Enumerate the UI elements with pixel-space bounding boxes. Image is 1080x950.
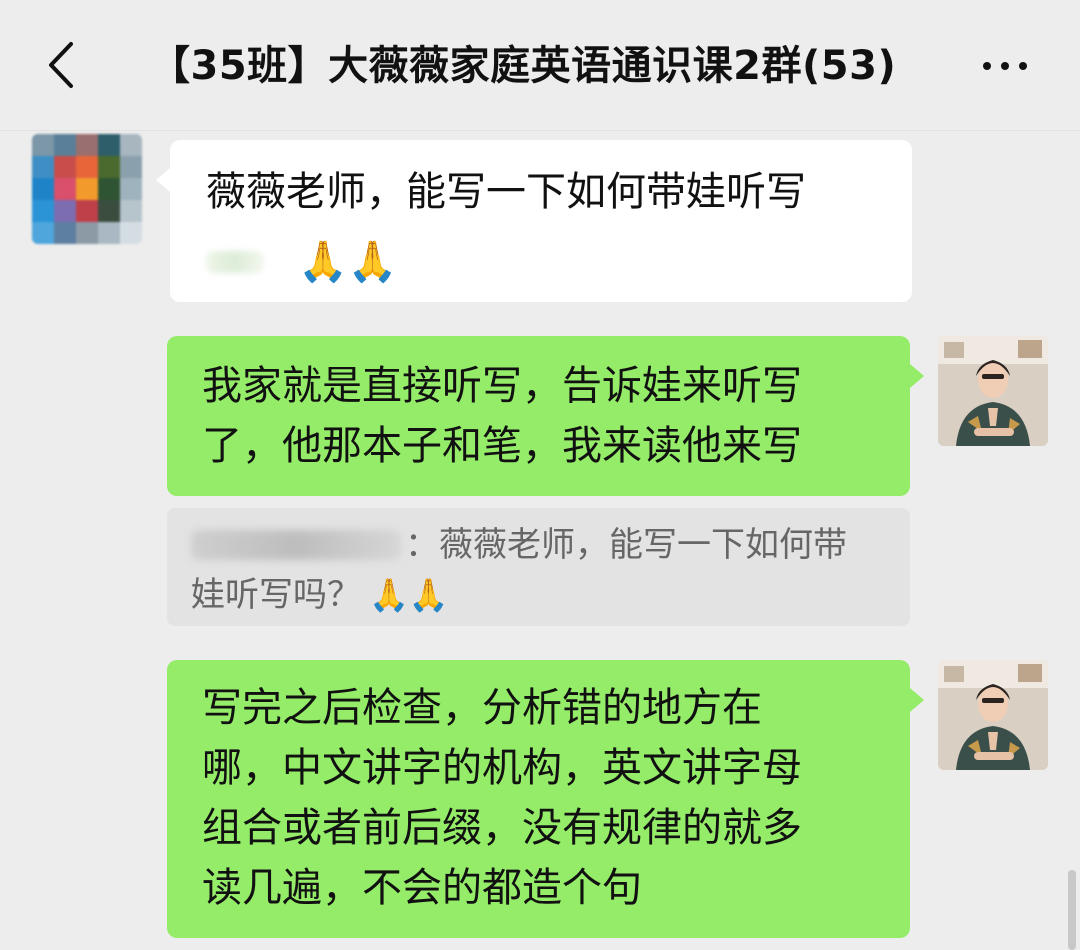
message-line: 我家就是直接听写，告诉娃来听写 [202,363,802,409]
blurred-text [206,251,264,273]
message-line: 写完之后检查，分析错的地方在 [202,685,762,731]
back-button[interactable] [30,30,90,100]
teacher-avatar-image [938,660,1048,770]
blurred-sender-name [191,530,401,560]
chat-header: 【35班】大薇薇家庭英语通识课2群(53) [0,0,1080,131]
message-bubble-outgoing[interactable]: 写完之后检查，分析错的地方在 哪，中文讲字的机构，英文讲字母 组合或者前后缀，没… [167,660,924,938]
avatar[interactable] [938,336,1048,446]
praying-hands-emoji: 🙏🙏 [298,239,398,285]
message-bubble-incoming[interactable]: 薇薇老师，能写一下如何带娃听写 🙏🙏 [156,140,912,302]
avatar[interactable] [32,134,142,244]
message-line: 读几遍，不会的都造个句 [202,865,642,911]
message-line: 了，他那本子和笔，我来读他来写 [202,423,802,469]
quote-text-line: 娃听写吗？ [191,575,361,615]
more-dots-icon [983,62,991,70]
quote-text-line: 薇薇老师，能写一下如何带 [439,525,847,565]
chat-title: 【35班】大薇薇家庭英语通识课2群(53) [150,43,897,89]
chevron-left-icon [49,42,73,88]
message-bubble-outgoing[interactable]: 我家就是直接听写，告诉娃来听写 了，他那本子和笔，我来读他来写 [167,336,924,496]
message-text: 薇薇老师，能写一下如何带娃听写 [206,169,806,215]
more-button[interactable] [970,38,1040,94]
quote-separator: ： [405,525,439,565]
quoted-message[interactable]: ： 薇薇老师，能写一下如何带 娃听写吗？ 🙏🙏 [167,508,910,626]
teacher-avatar-image [938,336,1048,446]
scrollbar[interactable] [1068,870,1076,950]
message-line: 组合或者前后缀，没有规律的就多 [202,805,802,851]
avatar[interactable] [938,660,1048,770]
praying-hands-emoji: 🙏🙏 [369,576,449,614]
message-line: 哪，中文讲字的机构，英文讲字母 [202,745,802,791]
